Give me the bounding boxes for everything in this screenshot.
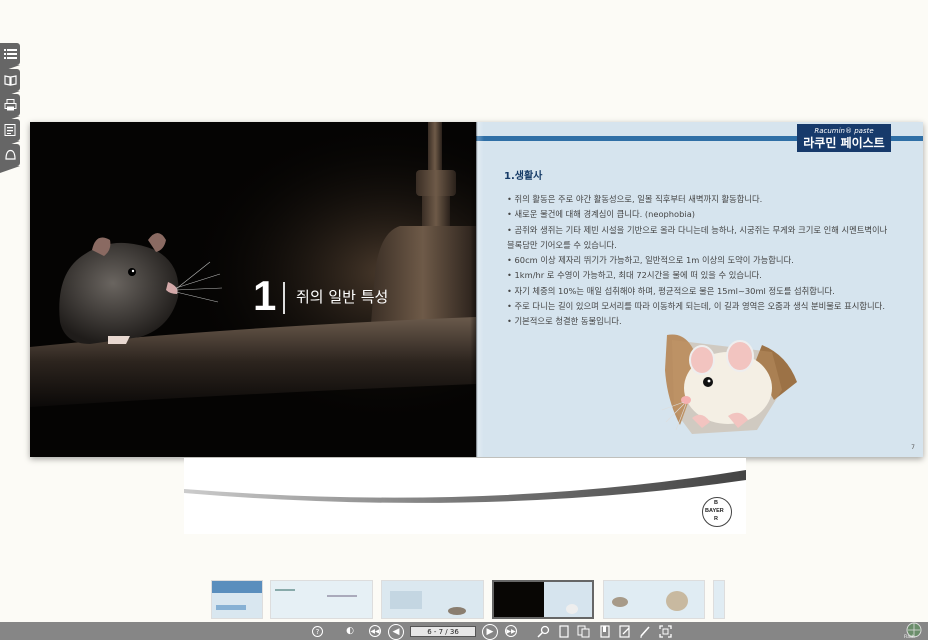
thumbnail-header [212,581,262,593]
bayer-logo: B BAYER R [702,497,732,527]
bell-icon [4,149,16,160]
swoosh-graphic [184,470,746,503]
app-logo: Flash [902,622,926,640]
fullscreen-icon [658,624,672,638]
thumbnail-page-1[interactable] [211,580,263,619]
thumbnail-page-2-3[interactable] [270,580,373,619]
list-item: • 쥐의 활동은 주로 야간 활동성으로, 일몰 직후부터 새벽까지 활동합니다… [507,194,763,204]
left-page[interactable]: 1 쥐의 일반 특성 [30,122,476,457]
thumbnail-page-8-9[interactable] [603,580,705,619]
first-page-icon: ◀◀ [370,627,380,635]
list-item: • 60cm 이상 제자리 뛰기가 가능하고, 일반적으로 1m 이상의 도약이… [507,255,794,266]
last-page-icon: ▶▶ [506,627,516,635]
page-number: 7 [911,444,915,451]
print-icon [4,99,16,111]
book-spine [470,122,484,457]
thumbnail-image [612,597,628,607]
memo-icon [619,624,630,638]
logo-wordmark: BAYER [705,508,724,514]
pen-icon [640,625,650,637]
thumbnail-page-10[interactable] [713,580,725,619]
thumbnail-view-button[interactable] [576,624,590,638]
brand-title: 라쿠민 페이스트 [803,136,885,150]
last-page-button[interactable]: ▶▶ [505,625,517,637]
list-item: • 곰쥐와 생쥐는 기타 제빈 시설을 기반으로 올라 다니는데 능하나, 시궁… [507,224,888,235]
logo-letter-top: B [714,500,718,506]
thumbnail-mouse-image [448,607,466,615]
help-button[interactable]: ? [312,626,323,637]
side-tab-document[interactable] [0,119,20,148]
memo-button[interactable] [618,624,632,638]
single-page-button[interactable] [557,624,571,638]
next-page-button[interactable]: ▶ [482,624,498,640]
thumbnail-title-block [216,605,246,610]
mouse-through-paper-image [662,334,797,434]
thumbnail-line [327,595,357,597]
page-footer-sheet [184,458,746,534]
logo-letter-bottom: R [714,516,718,522]
chapter-divider [283,282,285,314]
side-tab-book[interactable] [0,69,20,98]
single-page-icon [559,624,569,638]
search-icon [536,625,549,638]
list-item: 블록담만 기어오를 수 있습니다. [507,239,617,250]
list-icon [3,49,17,59]
thumbnail-dark-page [494,582,544,617]
thumbnail-mouse-image [566,604,578,614]
thumbnail-line [275,589,295,591]
book-spread[interactable]: 1 쥐의 일반 특성 Racumin® paste 라쿠민 페이스트 1.생활사… [30,122,923,457]
next-icon: ▶ [486,627,494,637]
pen-button[interactable] [638,624,652,638]
side-tab-print[interactable] [0,94,20,123]
chapter-number: 1 [253,272,277,319]
chapter-title: 쥐의 일반 특성 [296,288,389,306]
bookmark-icon [600,624,610,638]
previous-page-button[interactable]: ◀ [388,624,404,640]
brand-subtitle: Racumin® paste [814,127,874,135]
page-indicator[interactable]: 6 - 7 / 36 [410,626,476,637]
book-icon [3,75,17,86]
list-item: • 자기 체중의 10%는 매일 섭취해야 하며, 평균적으로 물은 15ml~… [507,285,835,296]
bullet-list: • 쥐의 활동은 주로 야간 활동성으로, 일몰 직후부터 새벽까지 활동합니다… [507,192,917,330]
fullscreen-button[interactable] [658,624,672,638]
thumbnail-text-block [390,591,422,609]
right-page[interactable]: Racumin® paste 라쿠민 페이스트 1.생활사 • 쥐의 활동은 주… [476,122,923,457]
section-title: 1.생활사 [504,171,543,182]
thumbnail-page-6-7-current[interactable] [492,580,594,619]
side-tab-bell[interactable] [0,144,20,173]
logo-caption: Flash [904,634,915,639]
list-item: • 기본적으로 청결한 동물입니다. [507,316,622,327]
document-icon [4,124,15,136]
bookmark-button[interactable] [598,624,612,638]
first-page-button[interactable]: ◀◀ [369,625,381,637]
pages-icon [577,625,589,637]
help-icon: ? [315,627,320,636]
previous-icon: ◀ [392,627,400,637]
volume-button[interactable]: ◐ [343,624,357,638]
thumbnail-page-4-5[interactable] [381,580,484,619]
thumbnail-image [666,591,688,611]
sound-icon: ◐ [346,626,354,636]
side-tab-list[interactable] [0,43,20,72]
list-item: • 1km/hr 로 수영이 가능하고, 최대 72시간을 물에 떠 있을 수 … [507,270,762,281]
brand-label: Racumin® paste 라쿠민 페이스트 [797,124,891,152]
list-item: • 주로 다니는 길이 있으며 모서리를 따라 이동하게 되는데, 이 길과 영… [507,301,885,312]
list-item: • 새로운 물건에 대해 경계심이 큽니다. (neophobia) [507,209,696,220]
search-button[interactable] [536,624,550,638]
